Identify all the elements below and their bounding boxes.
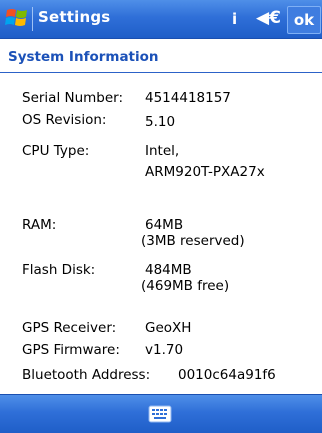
ram-label: RAM: bbox=[22, 217, 57, 233]
serial-number-label: Serial Number: bbox=[22, 90, 124, 106]
os-revision-value: 5.10 bbox=[145, 114, 176, 130]
flash-disk-label: Flash Disk: bbox=[22, 262, 96, 278]
gps-firmware-label: GPS Firmware: bbox=[22, 342, 120, 358]
page-title: System Information bbox=[8, 49, 159, 65]
gps-receiver-value: GeoXH bbox=[145, 320, 192, 336]
info-icon[interactable]: i bbox=[232, 10, 237, 28]
bluetooth-address-value: 0010c64a91f6 bbox=[178, 367, 276, 383]
ram-value: 64MB bbox=[145, 217, 184, 233]
ram-reserved-value: (3MB reserved) bbox=[141, 233, 245, 249]
cpu-type-label: CPU Type: bbox=[22, 143, 90, 159]
ok-button[interactable]: ok bbox=[287, 6, 321, 34]
flash-disk-value: 484MB bbox=[145, 262, 192, 278]
bottom-menu-bar bbox=[0, 394, 322, 433]
title-separator bbox=[32, 7, 33, 31]
speaker-icon[interactable]: ◀€ bbox=[256, 8, 281, 28]
window-title: Settings bbox=[38, 8, 111, 26]
title-bar: Settings i ◀€ ok bbox=[0, 0, 322, 39]
keyboard-icon[interactable] bbox=[148, 404, 172, 424]
cpu-type-value-line2: ARM920T-PXA27x bbox=[145, 164, 265, 180]
gps-firmware-value: v1.70 bbox=[145, 342, 184, 358]
windows-flag-icon[interactable] bbox=[4, 5, 30, 31]
serial-number-value: 4514418157 bbox=[145, 90, 231, 106]
flash-disk-free-value: (469MB free) bbox=[141, 278, 230, 294]
cpu-type-value: Intel, bbox=[145, 143, 180, 159]
bluetooth-address-label: Bluetooth Address: bbox=[22, 367, 151, 383]
os-revision-label: OS Revision: bbox=[22, 112, 107, 128]
gps-receiver-label: GPS Receiver: bbox=[22, 320, 117, 336]
section-divider bbox=[0, 72, 322, 73]
